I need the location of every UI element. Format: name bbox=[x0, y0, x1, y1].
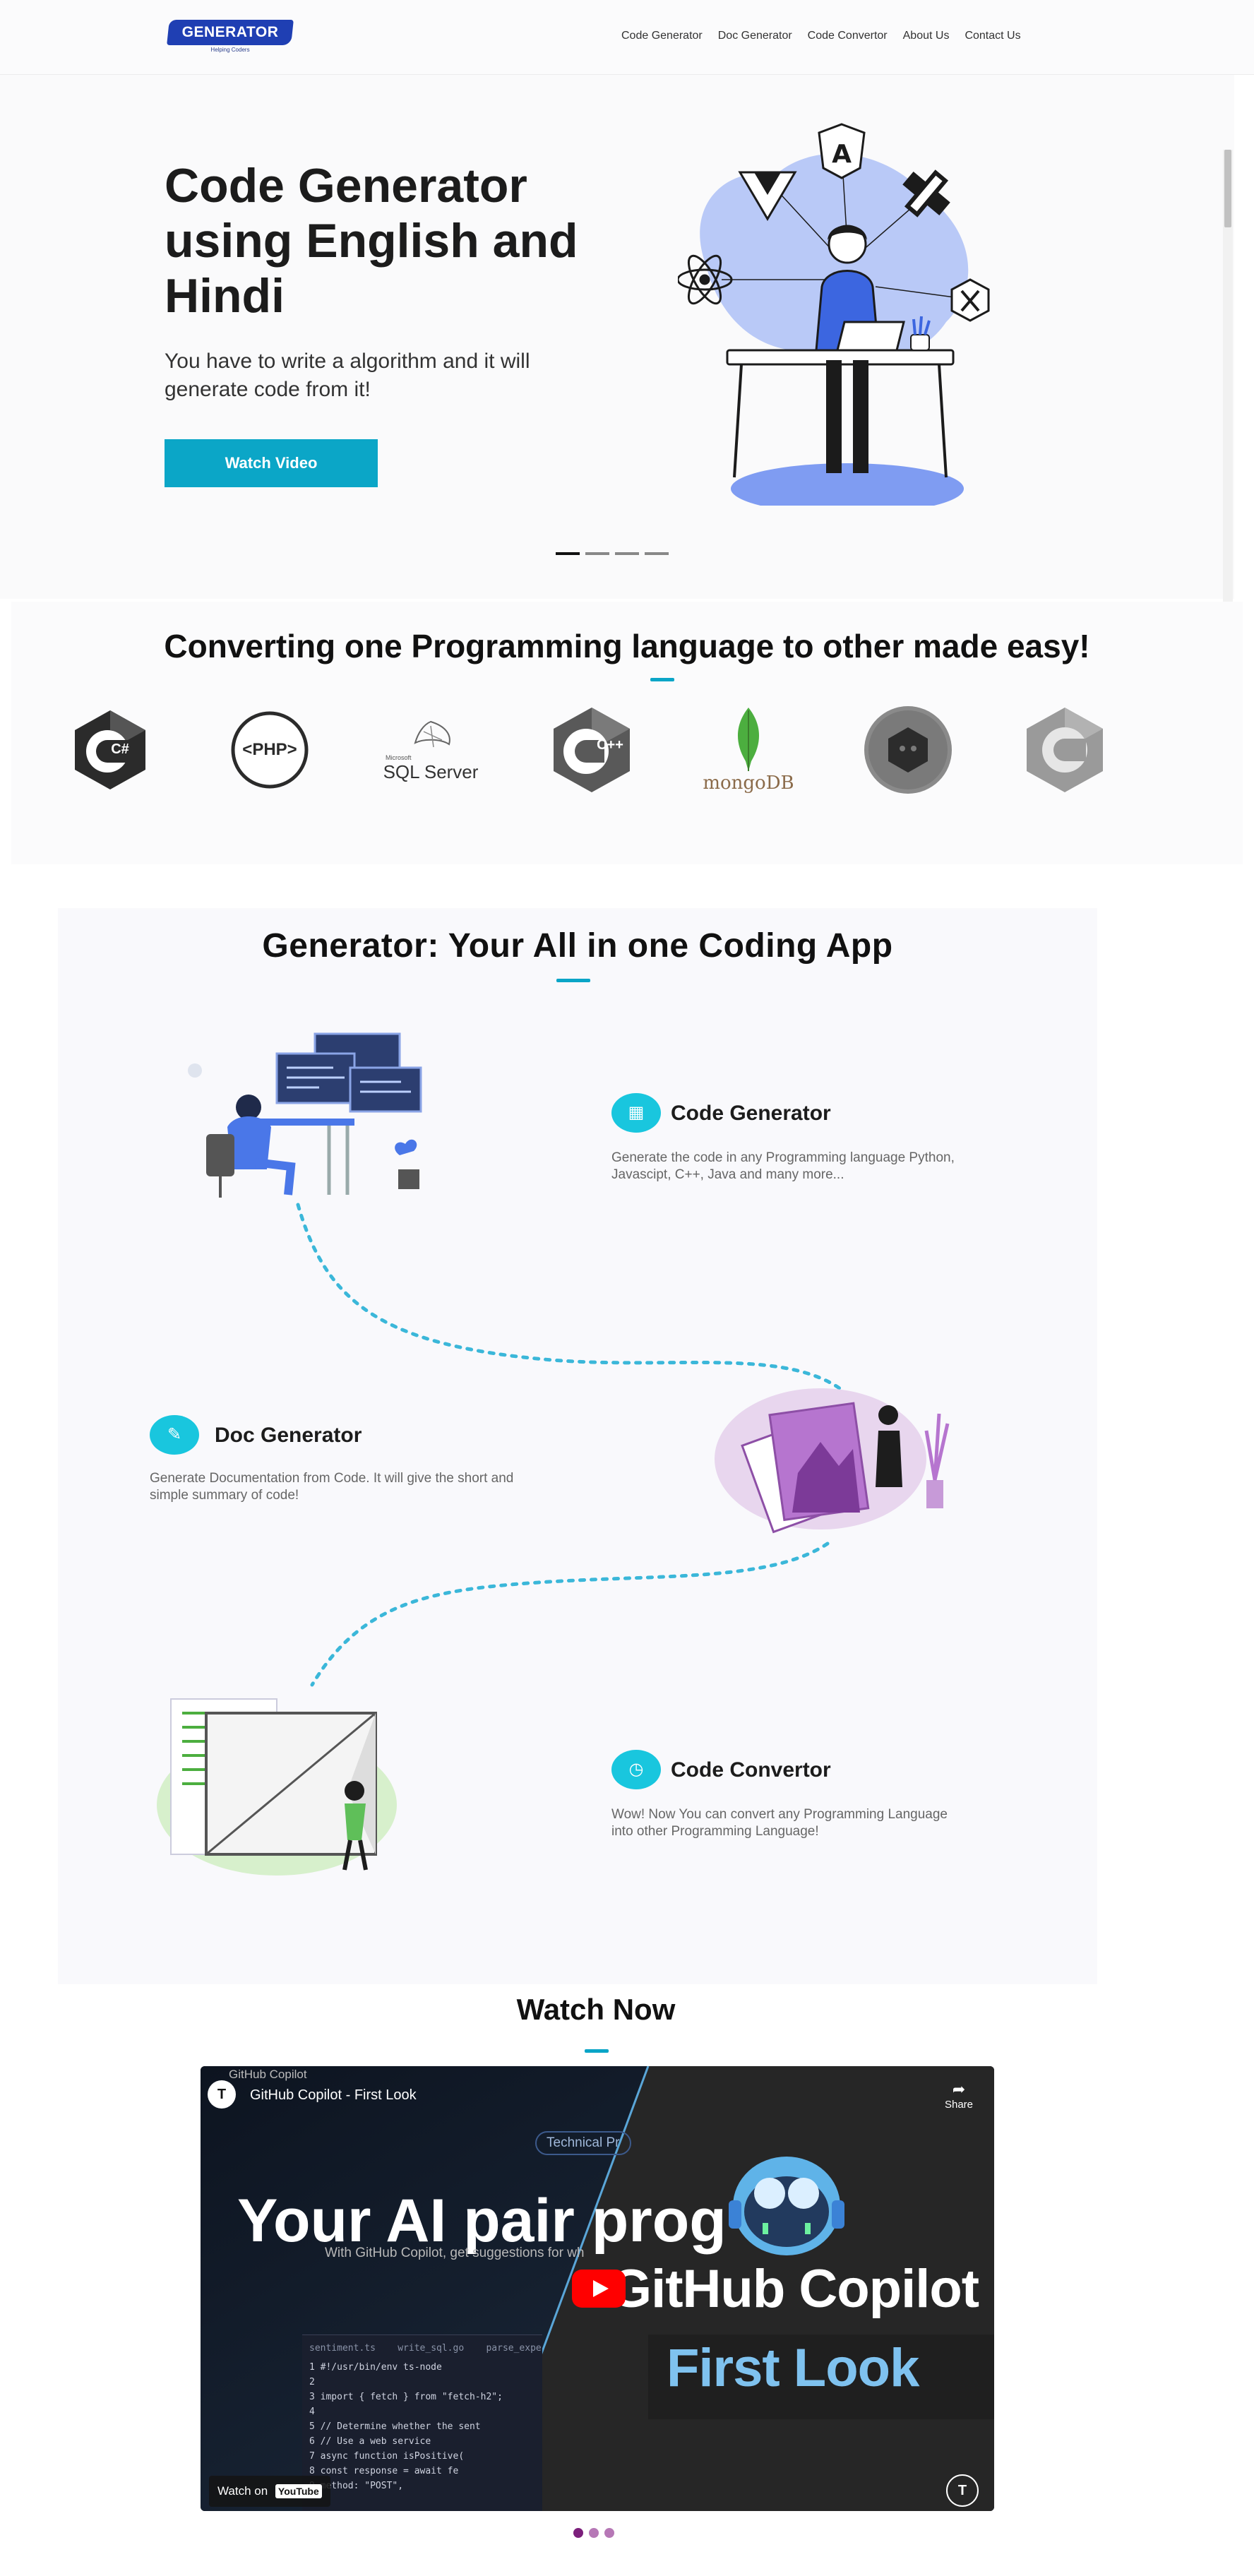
video-dot-1[interactable] bbox=[573, 2528, 583, 2538]
code-line: 1 #!/usr/bin/env ts-node bbox=[309, 2362, 442, 2373]
nav-code-convertor[interactable]: Code Convertor bbox=[808, 30, 888, 42]
video-subheadline: With GitHub Copilot, get suggestions for… bbox=[325, 2246, 585, 2260]
code-line: 9 method: "POST", bbox=[309, 2481, 404, 2491]
c-icon bbox=[1015, 700, 1114, 799]
scrollbar-thumb[interactable] bbox=[1224, 150, 1231, 227]
code-tab: sentiment.ts bbox=[309, 2343, 376, 2354]
play-button[interactable] bbox=[572, 2270, 626, 2308]
mongodb-icon: mongoDB bbox=[699, 700, 798, 799]
hero-carousel-indicators bbox=[556, 552, 669, 555]
feature-doc-generator-description: Generate Documentation from Code. It wil… bbox=[150, 1471, 514, 1503]
code-line: 2 bbox=[309, 2377, 315, 2387]
xamarin-icon bbox=[950, 278, 990, 322]
video-dot-3[interactable] bbox=[604, 2528, 614, 2538]
csharp-icon: C# bbox=[61, 700, 160, 799]
sql-server-label: SQL Server bbox=[383, 761, 479, 782]
feature-code-convertor-title: Code Convertor bbox=[671, 1758, 831, 1782]
code-convertor-illustration bbox=[157, 1698, 397, 1876]
code-line: 6 // Use a web service bbox=[309, 2436, 431, 2447]
video-brand-title: GitHub Copilot bbox=[610, 2259, 979, 2319]
php-label: <PHP> bbox=[242, 740, 297, 759]
logo-tagline: Helping Coders bbox=[210, 47, 250, 53]
cpp-icon: C++ bbox=[542, 700, 641, 799]
languages-title: Converting one Programming language to o… bbox=[164, 628, 1090, 664]
share-label: Share bbox=[944, 2099, 974, 2111]
cpp-label: C++ bbox=[597, 737, 623, 753]
nav-code-generator[interactable]: Code Generator bbox=[621, 30, 703, 42]
video-brand-subtitle: First Look bbox=[667, 2338, 919, 2398]
documents-illustration bbox=[715, 1388, 950, 1534]
title-underline bbox=[585, 2049, 609, 2053]
code-line: 7 async function isPositive( bbox=[309, 2451, 465, 2462]
nav-contact-us[interactable]: Contact Us bbox=[965, 30, 1020, 42]
video-carousel-dots bbox=[573, 2528, 614, 2538]
android-icon bbox=[859, 700, 957, 799]
sql-server-brand: Microsoft bbox=[386, 754, 412, 761]
hero-illustration: A bbox=[678, 123, 990, 506]
share-icon: ➦ bbox=[952, 2080, 966, 2098]
code-line: 5 // Determine whether the sent bbox=[309, 2421, 481, 2432]
video-title[interactable]: GitHub Copilot - First Look bbox=[250, 2087, 417, 2104]
carousel-indicator-1[interactable] bbox=[556, 552, 580, 555]
angular-icon: A bbox=[818, 123, 866, 179]
carousel-indicator-2[interactable] bbox=[585, 552, 609, 555]
features-section: Generator: Your All in one Coding App ▦ … bbox=[58, 908, 1097, 1984]
watch-on-youtube-button[interactable]: Watch on YouTube bbox=[209, 2476, 330, 2507]
code-line: 4 bbox=[309, 2407, 315, 2417]
languages-row: C# <PHP> Microsoft SQL Server C++ mongoD… bbox=[61, 700, 1134, 799]
share-button[interactable]: ➦ Share bbox=[938, 2080, 980, 2111]
nav-menu: Code Generator Doc Generator Code Conver… bbox=[621, 30, 1021, 42]
watch-now-title: Watch Now bbox=[516, 1993, 676, 2026]
mongodb-label: mongoDB bbox=[703, 773, 794, 794]
video-tag-pill: Technical Pr bbox=[535, 2131, 631, 2155]
video-dot-2[interactable] bbox=[589, 2528, 599, 2538]
php-icon: <PHP> bbox=[220, 700, 319, 799]
carousel-indicator-4[interactable] bbox=[645, 552, 669, 555]
youtube-logo-icon: YouTube bbox=[275, 2484, 322, 2498]
csharp-label: C# bbox=[111, 741, 129, 757]
svg-text:A: A bbox=[832, 140, 852, 169]
feature-doc-generator-title: Doc Generator bbox=[215, 1424, 362, 1447]
channel-watermark-icon[interactable]: T bbox=[946, 2474, 979, 2507]
title-underline bbox=[650, 678, 674, 681]
watch-video-button[interactable]: Watch Video bbox=[165, 439, 378, 487]
clock-icon: ◷ bbox=[611, 1750, 661, 1789]
code-tab: write_sql.go bbox=[398, 2343, 465, 2354]
video-channel-name[interactable]: GitHub Copilot bbox=[229, 2068, 307, 2082]
hero-subtitle: You have to write a algorithm and it wil… bbox=[165, 350, 530, 401]
youtube-video-embed[interactable]: T GitHub Copilot GitHub Copilot - First … bbox=[201, 2066, 994, 2511]
feature-code-convertor-description: Wow! Now You can convert any Programming… bbox=[611, 1807, 948, 1839]
hero-section: Code Generator using English and Hindi Y… bbox=[0, 75, 1234, 674]
watch-on-label: Watch on bbox=[217, 2484, 268, 2498]
code-tab: parse_expenses bbox=[486, 2343, 542, 2354]
navbar: GENERATOR Helping Coders Code Generator … bbox=[0, 0, 1254, 75]
sql-server-icon: Microsoft SQL Server bbox=[381, 700, 480, 799]
languages-section: Converting one Programming language to o… bbox=[11, 602, 1243, 864]
code-line: 3 import { fetch } from "fetch-h2"; bbox=[309, 2392, 503, 2402]
edit-icon: ✎ bbox=[150, 1415, 199, 1455]
hero-title: Code Generator using English and Hindi bbox=[165, 159, 578, 323]
nav-about-us[interactable]: About Us bbox=[903, 30, 950, 42]
code-editor-preview: sentiment.ts write_sql.go parse_expenses… bbox=[302, 2334, 542, 2511]
logo-text: GENERATOR bbox=[181, 24, 279, 40]
logo[interactable]: GENERATOR Helping Coders bbox=[167, 20, 294, 53]
page-scrollbar[interactable]: ▼ bbox=[1223, 150, 1233, 674]
channel-avatar[interactable]: T bbox=[208, 2080, 236, 2109]
carousel-indicator-3[interactable] bbox=[615, 552, 639, 555]
code-line: 8 const response = await fe bbox=[309, 2466, 459, 2476]
nav-doc-generator[interactable]: Doc Generator bbox=[718, 30, 792, 42]
